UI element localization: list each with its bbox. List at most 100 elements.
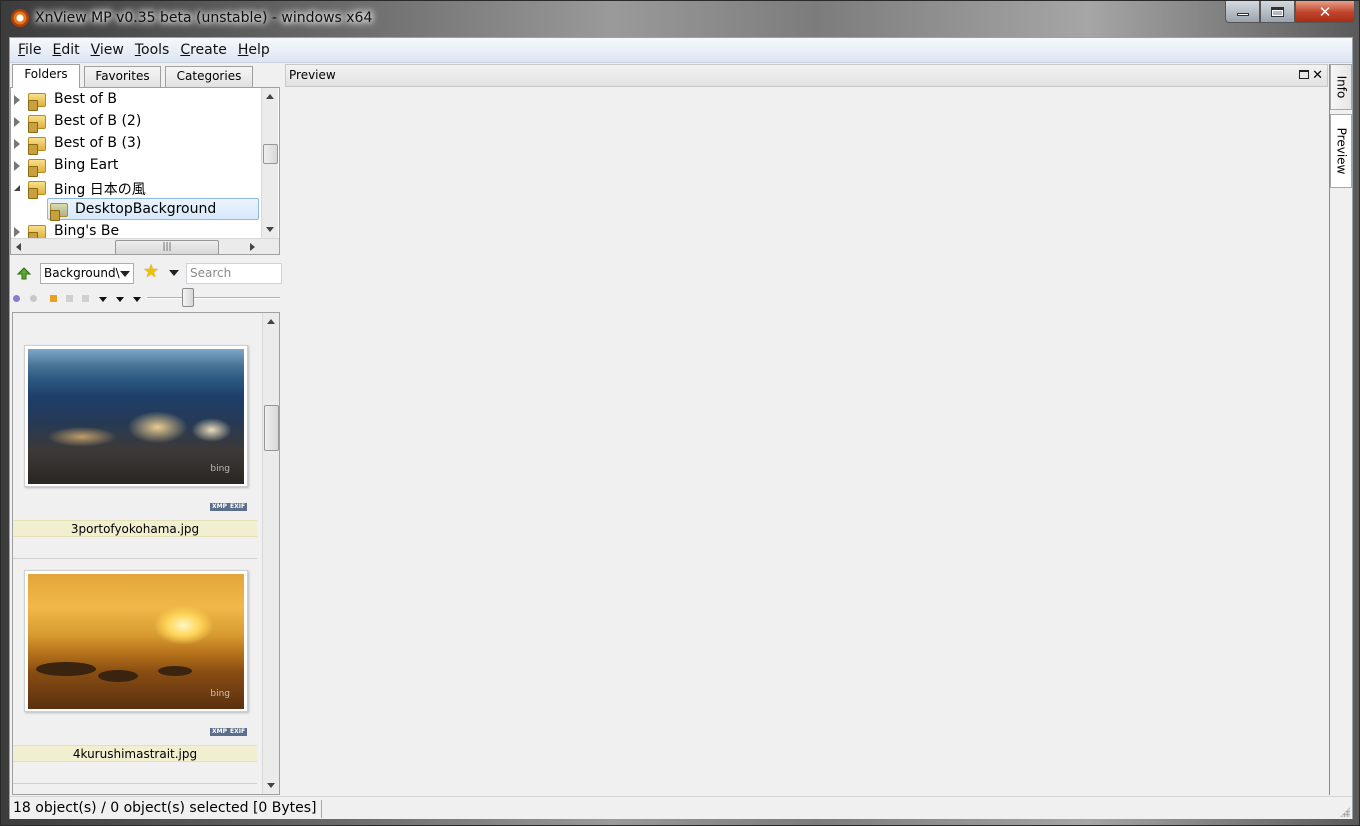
apply-icon[interactable] bbox=[66, 295, 73, 302]
thumbnail-size-slider-track[interactable] bbox=[147, 297, 280, 299]
thumbnail-browser[interactable]: bing XMP EXIF 3portofyokohama.jpg bing X… bbox=[12, 312, 280, 795]
close-button[interactable]: ✕ bbox=[1295, 1, 1355, 23]
forward-icon[interactable] bbox=[30, 295, 37, 302]
float-panel-icon[interactable] bbox=[1299, 70, 1309, 79]
scroll-left-icon[interactable] bbox=[16, 243, 21, 251]
close-panel-icon[interactable]: ✕ bbox=[1312, 65, 1323, 86]
menu-tools[interactable]: Tools bbox=[131, 42, 174, 58]
refresh-icon[interactable] bbox=[50, 295, 57, 302]
side-tab-info-label: Info bbox=[1334, 75, 1348, 99]
cancel-icon[interactable] bbox=[82, 295, 89, 302]
minimize-button[interactable] bbox=[1225, 1, 1260, 23]
expand-arrow-icon[interactable] bbox=[14, 117, 20, 127]
tree-item-label: Bing Eart bbox=[54, 157, 119, 173]
thumbnail-card[interactable]: bing bbox=[24, 345, 248, 487]
menu-view-rest: iew bbox=[99, 42, 124, 58]
menu-bar: File Edit View Tools Create Help bbox=[10, 38, 1352, 63]
tab-folders[interactable]: Folders bbox=[12, 64, 80, 88]
caption-buttons: ✕ bbox=[1225, 1, 1355, 23]
menu-help-accel: H bbox=[237, 42, 249, 58]
side-tab-strip: Info Preview bbox=[1329, 64, 1352, 795]
menu-edit-accel: E bbox=[52, 42, 62, 58]
scroll-right-icon[interactable] bbox=[250, 243, 255, 251]
tree-item[interactable]: Bing 日本の風 bbox=[11, 177, 259, 199]
tree-item-label: Bing's Be bbox=[54, 223, 120, 239]
island-shape bbox=[36, 662, 96, 676]
browser-toolbar: Background\ ★ Search bbox=[10, 259, 282, 287]
menu-create[interactable]: Create bbox=[176, 42, 231, 58]
island-shape bbox=[98, 670, 138, 682]
side-tab-info[interactable]: Info bbox=[1330, 64, 1352, 110]
scroll-thumb[interactable] bbox=[263, 144, 278, 164]
item-separator bbox=[13, 783, 257, 784]
tree-horizontal-scrollbar[interactable]: ||| bbox=[11, 238, 279, 254]
path-combo[interactable]: Background\ bbox=[40, 263, 134, 284]
maximize-button[interactable] bbox=[1260, 1, 1295, 23]
sort-dropdown-icon[interactable] bbox=[99, 297, 107, 302]
close-icon: ✕ bbox=[1318, 2, 1332, 21]
filter-dropdown-icon[interactable] bbox=[133, 297, 141, 302]
folder-icon bbox=[28, 181, 46, 199]
menu-create-rest: reate bbox=[190, 42, 227, 58]
tree-item[interactable]: Best of B (3) bbox=[11, 133, 259, 155]
xnview-app-icon[interactable] bbox=[11, 9, 29, 27]
thumbnail-vertical-scrollbar[interactable] bbox=[262, 313, 279, 794]
tree-item[interactable]: Bing Eart bbox=[11, 155, 259, 177]
bing-watermark: bing bbox=[210, 464, 230, 474]
scroll-thumb[interactable]: ||| bbox=[115, 240, 219, 254]
menu-file-rest: ile bbox=[25, 42, 42, 58]
menu-edit[interactable]: Edit bbox=[48, 42, 83, 58]
menu-tools-rest: ools bbox=[141, 42, 170, 58]
left-pane-tabs: Folders Favorites Categories bbox=[10, 64, 280, 88]
folder-icon bbox=[28, 137, 46, 155]
expand-arrow-icon[interactable] bbox=[14, 227, 20, 237]
island-shape bbox=[158, 666, 192, 676]
view-mode-dropdown-icon[interactable] bbox=[116, 297, 124, 302]
collapse-arrow-icon[interactable] bbox=[14, 185, 20, 191]
thumbnail-filename: 4kurushimastrait.jpg bbox=[13, 745, 257, 762]
tree-item[interactable]: Best of B (2) bbox=[11, 111, 259, 133]
tab-categories[interactable]: Categories bbox=[165, 66, 253, 87]
scroll-up-icon[interactable] bbox=[267, 319, 275, 324]
scroll-down-icon[interactable] bbox=[267, 783, 275, 788]
scroll-up-icon[interactable] bbox=[266, 94, 274, 99]
tree-item[interactable]: Best of B bbox=[11, 89, 259, 111]
maximize-icon bbox=[1271, 6, 1284, 17]
chevron-down-icon[interactable] bbox=[120, 271, 130, 277]
scroll-down-icon[interactable] bbox=[266, 227, 274, 232]
expand-arrow-icon[interactable] bbox=[14, 161, 20, 171]
menu-file[interactable]: File bbox=[14, 42, 45, 58]
tab-favorites[interactable]: Favorites bbox=[84, 66, 161, 87]
xmp-badge: XMP bbox=[210, 728, 229, 736]
expand-arrow-icon[interactable] bbox=[14, 139, 20, 149]
title-bar[interactable]: XnView MP v0.35 beta (unstable) - window… bbox=[1, 1, 1359, 37]
folder-tree[interactable]: Best of B Best of B (2) Best of B (3) Bi… bbox=[10, 87, 280, 255]
back-icon[interactable] bbox=[13, 295, 20, 302]
tree-item-label: Best of B (2) bbox=[54, 113, 142, 129]
menu-view[interactable]: View bbox=[87, 42, 128, 58]
preview-panel-title: Preview bbox=[289, 68, 336, 82]
side-tab-preview[interactable]: Preview bbox=[1330, 114, 1352, 188]
chevron-down-icon[interactable] bbox=[169, 270, 179, 276]
expand-arrow-icon[interactable] bbox=[14, 95, 20, 105]
folder-icon bbox=[28, 115, 46, 133]
exif-badge: EXIF bbox=[228, 503, 248, 511]
preview-area[interactable] bbox=[285, 87, 1328, 795]
thumbnail-image-yokohama: bing bbox=[28, 349, 244, 484]
resize-grip-icon[interactable] bbox=[1340, 807, 1350, 817]
favorites-star-icon[interactable]: ★ bbox=[143, 262, 159, 282]
path-combo-value: Background\ bbox=[44, 266, 120, 280]
go-up-icon[interactable] bbox=[16, 266, 32, 280]
folder-icon bbox=[28, 93, 46, 111]
tree-item-label: DesktopBackground bbox=[75, 201, 217, 217]
scroll-thumb[interactable] bbox=[264, 405, 279, 451]
tree-item-selected[interactable]: DesktopBackground bbox=[47, 198, 259, 221]
thumbnail-size-slider[interactable] bbox=[182, 288, 194, 307]
status-text: 18 object(s) / 0 object(s) selected [0 B… bbox=[13, 800, 322, 818]
thumbnail-card[interactable]: bing bbox=[24, 570, 248, 712]
menu-help[interactable]: Help bbox=[234, 42, 274, 58]
search-input[interactable]: Search bbox=[186, 263, 282, 284]
exif-badge: EXIF bbox=[228, 728, 248, 736]
client-area: File Edit View Tools Create Help Folders… bbox=[9, 37, 1353, 819]
tree-vertical-scrollbar[interactable] bbox=[261, 88, 278, 238]
